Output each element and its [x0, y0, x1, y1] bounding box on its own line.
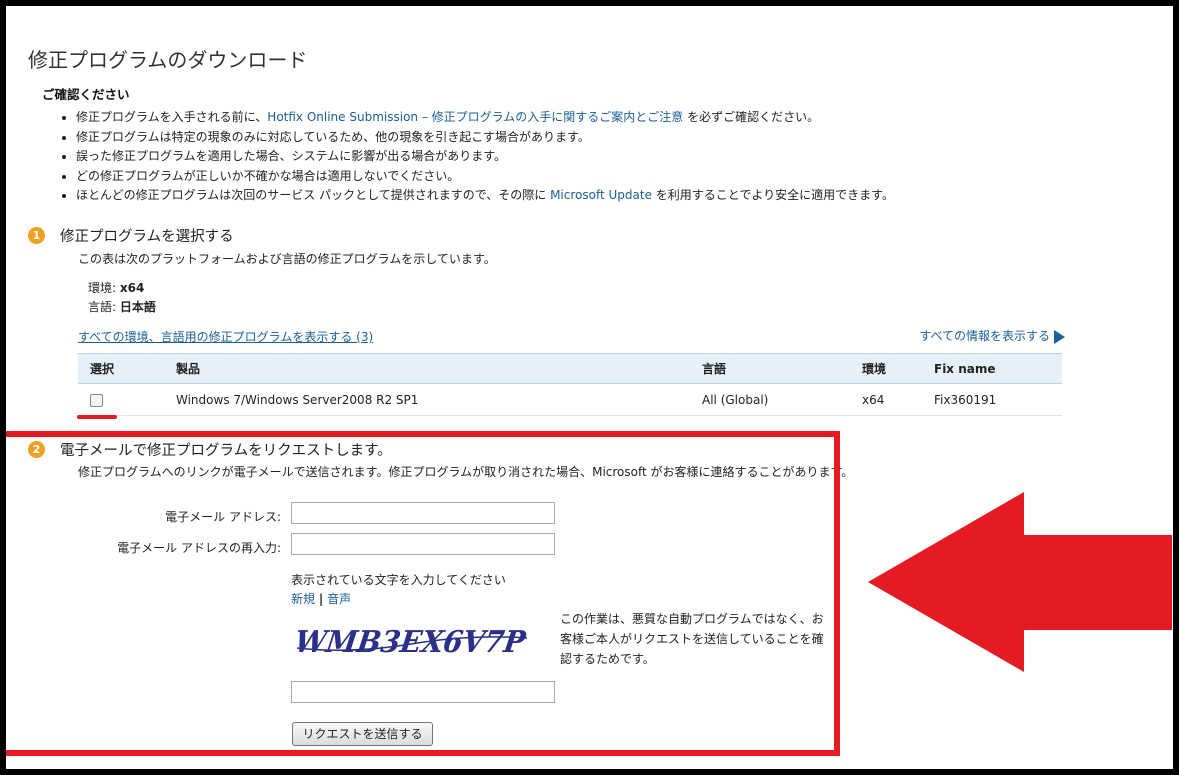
hotfix-table: 選択 製品 言語 環境 Fix name Windows 7/Windows S… — [78, 353, 1062, 416]
environment-info: 環境: x64 — [88, 281, 145, 295]
highlight-box — [6, 431, 840, 756]
confirm-heading: ご確認ください — [42, 87, 130, 102]
language-cell: All (Global) — [702, 383, 862, 416]
col-platform: 環境 — [862, 353, 934, 384]
note-item: 修正プログラムを入手される前に、Hotfix Online Submission… — [76, 108, 894, 128]
note-item: どの修正プログラムが正しいか不確かな場合は適用しないでください。 — [76, 167, 894, 187]
table-header-row: 選択 製品 言語 環境 Fix name — [78, 353, 1062, 384]
language-info: 言語: 日本語 — [88, 300, 156, 314]
col-language: 言語 — [702, 353, 862, 384]
microsoft-update-link[interactable]: Microsoft Update — [550, 188, 652, 202]
step-1-heading: 修正プログラムを選択する — [60, 229, 234, 245]
platform-cell: x64 — [862, 383, 934, 416]
step-1-badge: 1 — [28, 227, 45, 244]
show-all-info-link[interactable]: すべての情報を表示する — [919, 327, 1065, 344]
select-cell — [78, 383, 176, 416]
show-all-fixes-link[interactable]: すべての環境、言語用の修正プログラムを表示する (3) — [78, 328, 373, 345]
note-item: 修正プログラムは特定の現象のみに対応しているため、他の現象を引き起こす場合があり… — [76, 128, 894, 148]
page-title: 修正プログラムのダウンロード — [28, 48, 308, 72]
step-1-description: この表は次のプラットフォームおよび言語の修正プログラムを示しています。 — [78, 252, 496, 266]
col-select: 選択 — [78, 353, 176, 384]
table-row: Windows 7/Windows Server2008 R2 SP1 All … — [78, 383, 1062, 416]
product-cell: Windows 7/Windows Server2008 R2 SP1 — [176, 383, 702, 416]
notes-list: 修正プログラムを入手される前に、Hotfix Online Submission… — [58, 108, 894, 206]
note-item: ほとんどの修正プログラムは次回のサービス パックとして提供されますので、その際に… — [76, 186, 894, 206]
hotfix-guide-link[interactable]: Hotfix Online Submission – 修正プログラムの入手に関す… — [267, 110, 683, 124]
col-product: 製品 — [176, 353, 702, 384]
note-item: 誤った修正プログラムを適用した場合、システムに影響が出る場合があります。 — [76, 147, 894, 167]
select-checkbox[interactable] — [90, 393, 103, 407]
fix-name-cell: Fix360191 — [934, 383, 1062, 416]
checkbox-highlight-mark — [77, 415, 117, 419]
col-fix-name: Fix name — [934, 353, 1062, 384]
play-arrow-icon — [1054, 329, 1065, 344]
left-arrow-icon — [868, 492, 1172, 672]
